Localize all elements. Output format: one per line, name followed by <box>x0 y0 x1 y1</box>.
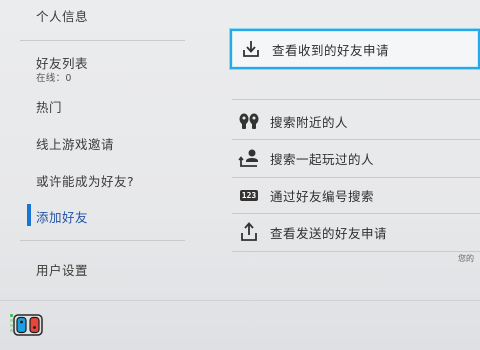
people-nearby-icon <box>238 110 260 132</box>
search-played-with-button[interactable]: 搜索一起玩过的人 <box>230 141 480 175</box>
sidebar-item-suggested-friends[interactable]: 或许能成为好友? <box>36 171 134 190</box>
recent-players-icon <box>238 147 260 169</box>
panel-divider <box>232 139 480 140</box>
add-friend-panel: 查看收到的好友申请 搜索附近的人 搜索一起玩过的人 123 通过好友编号搜索 查… <box>230 0 480 300</box>
inbox-download-icon <box>240 38 262 60</box>
sidebar-divider <box>20 40 185 41</box>
sidebar-item-profile[interactable]: 个人信息 <box>36 6 88 25</box>
bottom-bar <box>0 300 480 350</box>
search-played-with-label: 搜索一起玩过的人 <box>270 151 375 167</box>
received-requests-button[interactable]: 查看收到的好友申请 <box>230 29 480 69</box>
panel-divider <box>232 99 480 100</box>
sent-requests-label: 查看发送的好友申请 <box>270 225 388 241</box>
number-code-icon: 123 <box>239 189 259 201</box>
joycon-controller-icon <box>13 314 43 336</box>
sidebar: 个人信息 好友列表 在线：0 热门 线上游戏邀请 或许能成为好友? 添加好友 用… <box>0 0 200 300</box>
panel-divider <box>232 213 480 214</box>
bottom-divider <box>0 300 480 301</box>
sidebar-item-user-settings[interactable]: 用户设置 <box>36 260 88 279</box>
sidebar-active-indicator <box>27 204 31 226</box>
sent-requests-button[interactable]: 查看发送的好友申请 <box>230 215 480 249</box>
received-requests-label: 查看收到的好友申请 <box>272 42 390 58</box>
friend-code-hint: 您的 <box>458 254 474 263</box>
search-nearby-label: 搜索附近的人 <box>270 114 349 130</box>
sidebar-item-online-invites[interactable]: 线上游戏邀请 <box>36 134 114 153</box>
sidebar-item-trending[interactable]: 热门 <box>36 97 62 116</box>
friend-add-screen: 个人信息 好友列表 在线：0 热门 线上游戏邀请 或许能成为好友? 添加好友 用… <box>0 0 480 350</box>
panel-divider <box>232 251 480 252</box>
sidebar-item-add-friend[interactable]: 添加好友 <box>36 207 88 226</box>
search-by-code-button[interactable]: 123 通过好友编号搜索 <box>230 178 480 212</box>
online-count: 在线：0 <box>36 73 72 84</box>
outbox-upload-icon <box>238 221 260 243</box>
sidebar-divider <box>20 240 185 241</box>
search-by-code-label: 通过好友编号搜索 <box>270 188 375 204</box>
search-nearby-button[interactable]: 搜索附近的人 <box>230 104 480 138</box>
